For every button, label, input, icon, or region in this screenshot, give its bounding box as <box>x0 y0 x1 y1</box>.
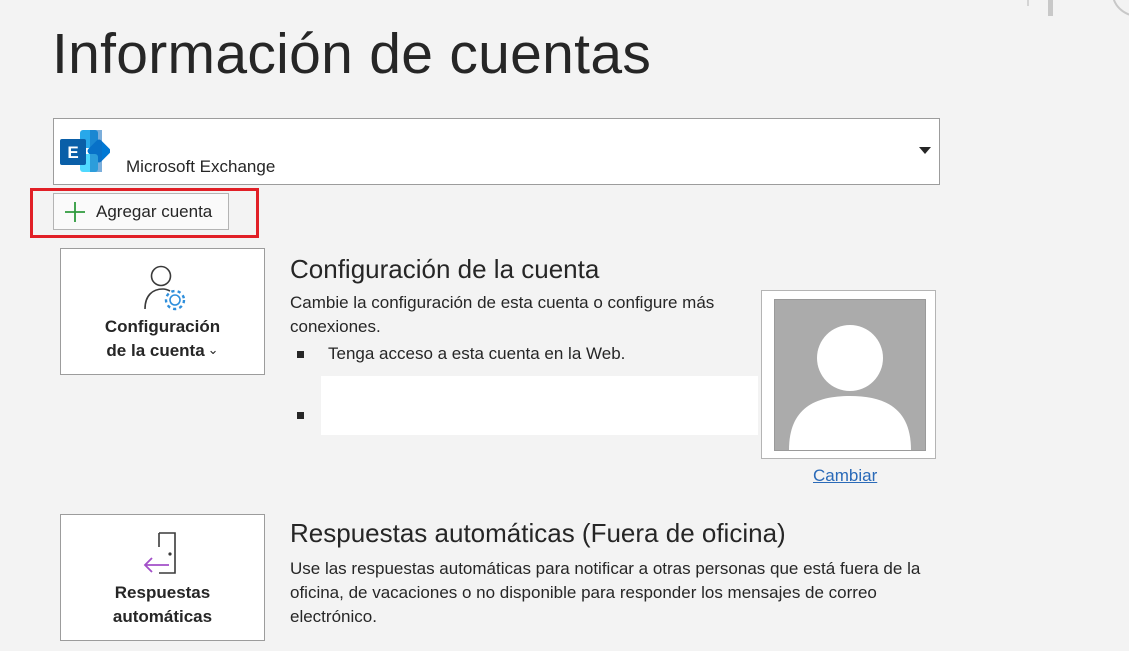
default-avatar-icon <box>774 299 926 451</box>
dropdown-arrow-icon[interactable] <box>919 147 931 154</box>
window-decoration <box>1027 0 1029 6</box>
account-select-dropdown[interactable]: E Microsoft Exchange <box>53 118 940 185</box>
add-account-button[interactable]: Agregar cuenta <box>53 193 229 230</box>
door-arrow-icon <box>143 532 176 574</box>
automatic-replies-description: Use las respuestas automáticas para noti… <box>290 559 921 626</box>
add-account-label: Agregar cuenta <box>96 202 213 221</box>
account-settings-tile-label: Configuración de la cuenta ⌄ <box>104 317 221 360</box>
bullet-icon <box>297 412 304 419</box>
window-decoration <box>1048 0 1053 16</box>
selected-account-name: Microsoft Exchange <box>126 157 276 176</box>
plus-icon <box>65 202 85 222</box>
profile-photo <box>761 290 936 459</box>
automatic-replies-heading: Respuestas automáticas (Fuera de oficina… <box>290 518 786 548</box>
window-decoration <box>1112 0 1129 18</box>
automatic-replies-tile-label: Respuestas automáticas <box>112 583 213 626</box>
user-settings-icon <box>144 265 186 311</box>
bullet-item-blank <box>321 376 758 435</box>
change-photo-link[interactable]: Cambiar <box>813 466 877 486</box>
bullet-icon <box>297 351 304 358</box>
account-settings-description: Cambie la configuración de esta cuenta o… <box>290 293 715 336</box>
microsoft-exchange-icon: E <box>60 130 110 172</box>
account-settings-heading: Configuración de la cuenta <box>290 254 600 284</box>
account-info-page: Información de cuentas E Microsoft Excha… <box>0 0 1129 651</box>
account-settings-tile-button[interactable]: Configuración de la cuenta ⌄ <box>60 248 265 375</box>
chevron-down-icon: ⌄ <box>207 342 219 357</box>
web-access-text: Tenga acceso a esta cuenta en la Web. <box>328 344 626 363</box>
exchange-logo-letter: E <box>67 143 78 162</box>
page-title: Información de cuentas <box>52 22 652 86</box>
automatic-replies-tile-button[interactable]: Respuestas automáticas <box>60 514 265 641</box>
